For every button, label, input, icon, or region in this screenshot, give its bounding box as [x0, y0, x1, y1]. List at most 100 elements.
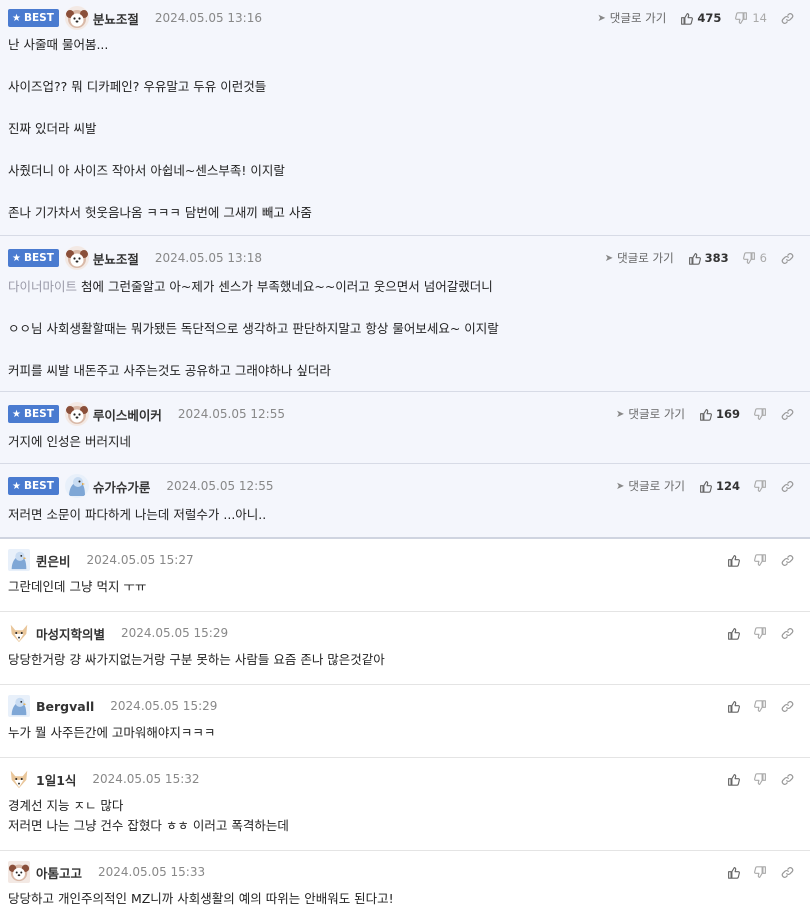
link-icon[interactable]	[781, 700, 794, 713]
comment-date: 2024.05.05 13:16	[154, 11, 262, 25]
star-icon: ★	[12, 252, 21, 264]
thumbs-up-icon	[699, 480, 712, 493]
comment-body: 거지에 인성은 버러지네	[8, 434, 131, 449]
comment-author[interactable]: 슈가슈가룬	[93, 477, 151, 496]
thumbs-down-icon	[754, 553, 767, 567]
link-icon[interactable]	[781, 773, 794, 786]
best-comment: ★ BEST 루이스베이커 2024.05.05 12:55 ➤ 댓글로 가기 16…	[0, 392, 810, 464]
dislike-button[interactable]	[754, 626, 767, 640]
comment-body: 당당하고 개인주의적인 MZ니까 사회생활의 예의 따위는 안배워도 된다고!	[8, 891, 394, 906]
thumbs-up-icon	[727, 700, 740, 713]
avatar-puppy[interactable]	[8, 861, 30, 883]
comment-author[interactable]: 1일1식	[36, 770, 76, 789]
link-icon[interactable]	[781, 12, 794, 25]
avatar-puppy[interactable]	[64, 402, 89, 426]
dislike-button[interactable]	[754, 479, 767, 493]
dislike-button[interactable]: 14	[735, 11, 767, 25]
link-icon[interactable]	[781, 627, 794, 640]
goto-reply-link[interactable]: ➤ 댓글로 가기	[605, 250, 674, 266]
avatar-pigeon[interactable]	[8, 549, 30, 571]
like-button[interactable]: 124	[699, 479, 740, 493]
comment-author[interactable]: 아톰고고	[36, 863, 82, 882]
comment-author[interactable]: 퀸은비	[36, 551, 71, 570]
dislike-button[interactable]	[754, 772, 767, 786]
comment: 아톰고고 2024.05.05 15:33 당당하고 개인주의적인 MZ니까 사…	[0, 851, 810, 924]
best-badge: ★ BEST	[8, 249, 59, 267]
star-icon: ★	[12, 408, 21, 420]
thumbs-down-icon	[742, 251, 756, 265]
goto-reply-link[interactable]: ➤ 댓글로 가기	[616, 406, 685, 422]
dislike-button[interactable]	[754, 865, 767, 879]
like-count: 475	[697, 11, 722, 25]
dislike-button[interactable]	[754, 553, 767, 567]
like-button[interactable]	[727, 627, 740, 640]
like-button[interactable]	[727, 700, 740, 713]
comment-body: 저러면 소문이 파다하게 나는데 저럴수가 ...아니..	[8, 507, 267, 522]
comment-list: ★ BEST 분뇨조절 2024.05.05 13:16 ➤ 댓글로 가기 475 …	[0, 0, 810, 924]
comment-body: 당당한거랑 걍 싸가지없는거랑 구분 못하는 사람들 요즘 존나 많은것같아	[8, 652, 385, 667]
best-badge: ★ BEST	[8, 9, 59, 27]
link-icon[interactable]	[781, 480, 794, 493]
thumbs-down-icon	[754, 772, 767, 786]
comment-date: 2024.05.05 15:29	[110, 699, 218, 713]
comment: 1일1식 2024.05.05 15:32 경계선 지능 ㅈㄴ 많다 저러면 나…	[0, 758, 810, 851]
thumbs-up-icon	[727, 554, 740, 567]
send-arrow-icon: ➤	[616, 480, 625, 492]
goto-reply-link[interactable]: ➤ 댓글로 가기	[597, 10, 666, 26]
send-arrow-icon: ➤	[597, 12, 606, 24]
best-comment: ★ BEST 슈가슈가룬 2024.05.05 12:55 ➤ 댓글로 가기 124…	[0, 464, 810, 539]
comment-author[interactable]: 분뇨조절	[93, 9, 139, 28]
dislike-button[interactable]	[754, 699, 767, 713]
like-button[interactable]	[727, 866, 740, 879]
thumbs-up-icon	[727, 627, 740, 640]
comment: Bergvall 2024.05.05 15:29 누가 뭘 사주든간에 고마워…	[0, 685, 810, 758]
goto-reply-link[interactable]: ➤ 댓글로 가기	[616, 478, 685, 494]
avatar-fox[interactable]	[8, 622, 30, 644]
comment-date: 2024.05.05 15:29	[121, 626, 229, 640]
thumbs-down-icon	[754, 865, 767, 879]
comment-author[interactable]: Bergvall	[36, 699, 94, 714]
avatar-pigeon[interactable]	[8, 695, 30, 717]
thumbs-up-icon	[680, 12, 694, 25]
dislike-count: 14	[752, 11, 767, 25]
thumbs-down-icon	[754, 626, 767, 640]
like-button[interactable]	[727, 554, 740, 567]
link-icon[interactable]	[781, 866, 794, 879]
thumbs-down-icon	[754, 407, 767, 421]
like-count: 124	[715, 479, 740, 493]
comment-body: 누가 뭘 사주든간에 고마워해야지ㅋㅋㅋ	[8, 725, 216, 740]
avatar-pigeon[interactable]	[64, 474, 89, 498]
comment-body: 다이너마이트 첨에 그런줄알고 아~제가 센스가 부족했네요~~이러고 웃으면서…	[8, 279, 499, 378]
comment-date: 2024.05.05 15:33	[98, 865, 206, 879]
avatar-puppy[interactable]	[64, 246, 89, 270]
dislike-button[interactable]	[754, 407, 767, 421]
best-badge: ★ BEST	[8, 405, 59, 423]
best-comment: ★ BEST 분뇨조절 2024.05.05 13:16 ➤ 댓글로 가기 475 …	[0, 0, 810, 236]
comment-date: 2024.05.05 15:32	[92, 772, 200, 786]
thumbs-down-icon	[754, 479, 767, 493]
like-count: 169	[715, 407, 740, 421]
send-arrow-icon: ➤	[604, 252, 614, 264]
comment-author[interactable]: 분뇨조절	[93, 249, 139, 268]
comment-author[interactable]: 루이스베이커	[93, 405, 162, 424]
like-button[interactable]: 383	[688, 251, 729, 265]
dislike-button[interactable]: 6	[742, 251, 767, 265]
comment-body: 경계선 지능 ㅈㄴ 많다 저러면 나는 그냥 건수 잡혔다 ㅎㅎ 이러고 폭격하…	[8, 798, 289, 833]
comment-author[interactable]: 마성지학의별	[36, 624, 105, 643]
mention-link[interactable]: 다이너마이트	[8, 279, 77, 294]
link-icon[interactable]	[781, 252, 794, 265]
like-count: 383	[704, 251, 729, 265]
avatar-fox[interactable]	[8, 768, 30, 790]
star-icon: ★	[12, 12, 21, 24]
like-button[interactable]	[727, 773, 740, 786]
like-button[interactable]: 169	[699, 407, 740, 421]
thumbs-up-icon	[699, 408, 712, 421]
like-button[interactable]: 475	[680, 11, 721, 25]
link-icon[interactable]	[781, 408, 794, 421]
dislike-count: 6	[759, 251, 767, 265]
thumbs-up-icon	[727, 773, 740, 786]
link-icon[interactable]	[781, 554, 794, 567]
avatar-puppy[interactable]	[64, 6, 89, 30]
send-arrow-icon: ➤	[616, 408, 625, 420]
comment-body: 난 사줄때 물어봄... 사이즈업?? 뭐 디카페인? 우유말고 두유 이런것들…	[8, 37, 312, 220]
